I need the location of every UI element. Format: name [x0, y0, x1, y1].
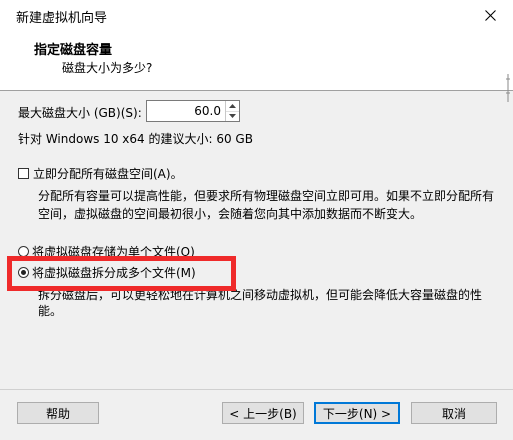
wizard-window: 新建虚拟机向导 指定磁盘容量 磁盘大小为多少? 最大磁盘大小 (GB)(S):	[0, 0, 513, 440]
cancel-button[interactable]: 取消	[411, 402, 497, 424]
split-multiple-files-radio[interactable]	[18, 267, 29, 278]
page-subtitle: 磁盘大小为多少?	[62, 61, 153, 75]
footer-separator	[0, 389, 513, 390]
allocate-all-label[interactable]: 立即分配所有磁盘空间(A)。	[33, 165, 183, 182]
split-description: 拆分磁盘后，可以更轻松地在计算机之间移动虚拟机，但可能会降低大容量磁盘的性能。	[38, 288, 483, 318]
close-icon	[484, 9, 496, 21]
store-single-file-label[interactable]: 将虚拟磁盘存储为单个文件(O)	[32, 243, 195, 260]
max-disk-size-label: 最大磁盘大小 (GB)(S):	[18, 105, 142, 120]
max-disk-size-row: 最大磁盘大小 (GB)(S):	[18, 101, 142, 123]
store-single-file-option[interactable]: 将虚拟磁盘存储为单个文件(O)	[18, 243, 195, 260]
disk-size-input[interactable]	[147, 101, 225, 121]
store-single-file-radio[interactable]	[18, 246, 29, 257]
close-button[interactable]	[467, 0, 513, 30]
header-edge-fragment	[503, 71, 513, 105]
back-button[interactable]: < 上一步(B)	[222, 402, 304, 424]
allocate-all-checkbox[interactable]	[18, 168, 29, 179]
spin-down-button[interactable]	[226, 111, 239, 121]
window-title: 新建虚拟机向导	[16, 11, 108, 26]
next-button[interactable]: 下一步(N) >	[314, 402, 400, 424]
arrow-down-icon	[229, 114, 236, 118]
page-title: 指定磁盘容量	[34, 43, 113, 58]
disk-size-spinner[interactable]	[146, 100, 240, 122]
allocate-all-checkbox-row[interactable]: 立即分配所有磁盘空间(A)。	[18, 165, 183, 182]
split-multiple-files-label[interactable]: 将虚拟磁盘拆分成多个文件(M)	[32, 264, 196, 281]
split-multiple-files-option[interactable]: 将虚拟磁盘拆分成多个文件(M)	[18, 264, 196, 281]
title-bar: 新建虚拟机向导	[0, 0, 513, 30]
arrow-up-icon	[229, 104, 236, 108]
wizard-header: 指定磁盘容量 磁盘大小为多少?	[0, 30, 513, 102]
spinner-buttons	[225, 101, 239, 121]
help-button[interactable]: 帮助	[17, 402, 99, 424]
recommended-size-text: 针对 Windows 10 x64 的建议大小: 60 GB	[18, 132, 253, 146]
allocate-description: 分配所有容量可以提高性能，但要求所有物理磁盘空间立即可用。如果不立即分配所有空间…	[38, 189, 495, 221]
